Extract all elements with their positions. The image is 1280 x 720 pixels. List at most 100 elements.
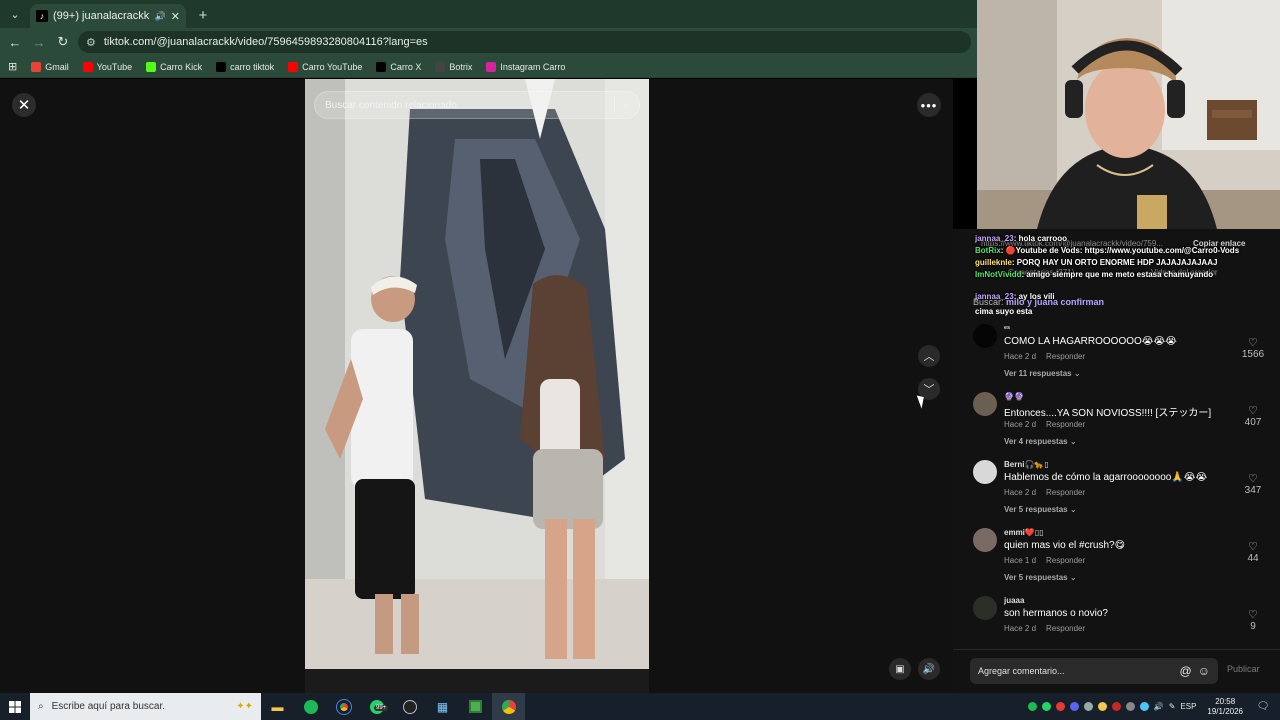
reply-button[interactable]: Responder: [1046, 420, 1085, 429]
reload-icon[interactable]: ↻: [54, 33, 72, 51]
comment-author[interactable]: 🔮🔮: [1004, 392, 1024, 401]
view-replies-label: Ver 11 respuestas: [1004, 369, 1072, 378]
active-tab[interactable]: ♪ (99+) juanalacrackk (@juana 🔊 ✕: [30, 4, 186, 28]
gmail-icon: [31, 61, 42, 72]
network-tray-icon[interactable]: [1125, 702, 1135, 711]
reply-button[interactable]: Responder: [1046, 352, 1085, 361]
copilot-sparkle-icon[interactable]: ✦✦: [236, 701, 253, 712]
previous-video-chevron-up-icon[interactable]: ︿: [918, 345, 940, 367]
whatsapp-icon[interactable]: 99+: [360, 693, 393, 720]
heart-icon[interactable]: ♡: [1248, 336, 1258, 349]
shield-tray-icon[interactable]: [1097, 702, 1107, 711]
comment-meta: Hace 1 d Responder: [1004, 556, 1085, 565]
search-divider: [614, 97, 616, 113]
file-explorer-icon[interactable]: ▬: [261, 693, 294, 720]
related-search-suggestion[interactable]: Buscar: milo y juana confirman: [973, 297, 1104, 307]
spotify-icon[interactable]: [294, 693, 327, 720]
heart-icon[interactable]: ♡: [1248, 608, 1258, 621]
chevron-down-icon: ⌄: [1069, 505, 1077, 514]
chevron-down-icon: ⌄: [1073, 369, 1081, 378]
close-video-button[interactable]: ✕: [12, 93, 36, 117]
windows-start-icon[interactable]: [0, 693, 30, 720]
app-tray-icon[interactable]: [1111, 702, 1121, 711]
reply-button[interactable]: Responder: [1046, 556, 1085, 565]
site-info-icon[interactable]: ⚙: [86, 36, 96, 49]
avatar[interactable]: [973, 596, 997, 620]
more-options-icon[interactable]: •••: [917, 93, 941, 117]
bookmark-carro-x[interactable]: Carro X: [376, 61, 421, 72]
view-replies-button[interactable]: Ver 5 respuestas ⌄: [1004, 573, 1077, 582]
comment-meta: Hace 2 d Responder: [1004, 420, 1085, 429]
bookmark-botrix[interactable]: Botrix: [435, 61, 472, 72]
spotify-tray-icon[interactable]: [1027, 702, 1037, 711]
bookmark-youtube[interactable]: YouTube: [82, 61, 132, 72]
comment-input[interactable]: Agregar comentario... @ ☺: [970, 658, 1218, 684]
comment-author[interactable]: emmi❤️▯▯: [1004, 528, 1044, 537]
address-bar[interactable]: ⚙ tiktok.com/@juanalacrackk/video/759645…: [78, 31, 971, 53]
tiktok-icon: ♪: [36, 10, 48, 22]
minecraft-icon[interactable]: [459, 693, 492, 720]
chrome-icon[interactable]: [327, 693, 360, 720]
comment-author[interactable]: Berni🎧🐆▯: [1004, 460, 1049, 469]
bookmark-gmail[interactable]: Gmail: [31, 61, 69, 72]
bookmark-carro-kick[interactable]: Carro Kick: [146, 61, 202, 72]
url-text: tiktok.com/@juanalacrackk/video/75964598…: [103, 36, 428, 48]
publish-button[interactable]: Publicar: [1227, 664, 1260, 674]
reply-button[interactable]: Responder: [1046, 488, 1085, 497]
heart-icon[interactable]: ♡: [1248, 472, 1258, 485]
comment-author[interactable]: ᵉˢ: [1004, 324, 1010, 333]
bookmark-label: Carro YouTube: [302, 61, 363, 72]
forward-arrow-icon[interactable]: →: [30, 33, 48, 51]
avatar[interactable]: [973, 460, 997, 484]
reply-button[interactable]: Responder: [1046, 624, 1085, 633]
view-replies-button[interactable]: Ver 11 respuestas ⌄: [1004, 369, 1081, 378]
avatar[interactable]: [973, 324, 997, 348]
bookmark-carro-tiktok[interactable]: carro tiktok: [216, 61, 274, 72]
like-count: 407: [1244, 417, 1262, 428]
chrome-profile-icon[interactable]: [492, 693, 525, 720]
related-search-input[interactable]: Buscar contenido relacionado ⌕: [314, 91, 640, 119]
record-tray-icon[interactable]: [1055, 702, 1065, 711]
comment-author[interactable]: juaaa: [1004, 596, 1024, 605]
chat-user: guilleknle: [975, 258, 1012, 267]
heart-icon[interactable]: ♡: [1248, 540, 1258, 553]
apps-grid-icon[interactable]: ⊞: [8, 60, 17, 73]
volume-icon[interactable]: 🔊: [918, 658, 940, 680]
floating-player-icon[interactable]: ▣: [889, 658, 911, 680]
pen-tray-icon[interactable]: ✎: [1169, 702, 1176, 711]
video-frame[interactable]: Buscar contenido relacionado ⌕: [305, 79, 649, 693]
back-arrow-icon[interactable]: ←: [6, 33, 24, 51]
whatsapp-tray-icon[interactable]: [1041, 702, 1051, 711]
obs-icon[interactable]: [393, 693, 426, 720]
speaker-icon[interactable]: 🔊: [155, 11, 166, 22]
bookmark-instagram-carro[interactable]: Instagram Carro: [486, 61, 565, 72]
bluetooth-tray-icon[interactable]: [1139, 702, 1149, 711]
notifications-icon[interactable]: 🗨: [1254, 701, 1272, 712]
taskbar-search[interactable]: ⌕ Escribe aquí para buscar. ✦✦: [30, 693, 261, 720]
language-indicator[interactable]: ESP: [1180, 702, 1196, 711]
volume-tray-icon[interactable]: 🔊: [1154, 702, 1164, 711]
view-replies-button[interactable]: Ver 4 respuestas ⌄: [1004, 437, 1077, 446]
bookmark-label: Gmail: [45, 61, 69, 72]
search-icon[interactable]: ⌕: [623, 100, 629, 111]
heart-icon[interactable]: ♡: [1248, 404, 1258, 417]
bookmark-carro-youtube[interactable]: Carro YouTube: [288, 61, 363, 72]
mention-icon[interactable]: @: [1180, 664, 1192, 678]
avatar[interactable]: [973, 392, 997, 416]
tab-search-chevron-icon[interactable]: ⌄: [4, 4, 26, 24]
avatar[interactable]: [973, 528, 997, 552]
emoji-icon[interactable]: ☺: [1198, 664, 1210, 678]
new-tab-button[interactable]: +: [192, 4, 214, 26]
youtube-icon: [82, 61, 93, 72]
chat-message: : PORQ HAY UN ORTO ENORME HDP JAJAJAJAJA…: [1011, 258, 1218, 267]
controller-tray-icon[interactable]: [1083, 702, 1093, 711]
view-replies-button[interactable]: Ver 5 respuestas ⌄: [1004, 505, 1077, 514]
chevron-down-icon: ⌄: [1069, 437, 1077, 446]
discord-tray-icon[interactable]: [1069, 702, 1079, 711]
close-tab-icon[interactable]: ✕: [171, 10, 180, 23]
comments-panel: https://www.tiktok.com/@juanalacrackk/vi…: [953, 229, 1280, 693]
browser-toolbar: ← → ↻ ⚙ tiktok.com/@juanalacrackk/video/…: [0, 28, 977, 56]
clock[interactable]: 20:58 19/1/2026: [1207, 697, 1243, 717]
search-term: milo y juana confirman: [1006, 297, 1105, 307]
store-icon[interactable]: ▦: [426, 693, 459, 720]
